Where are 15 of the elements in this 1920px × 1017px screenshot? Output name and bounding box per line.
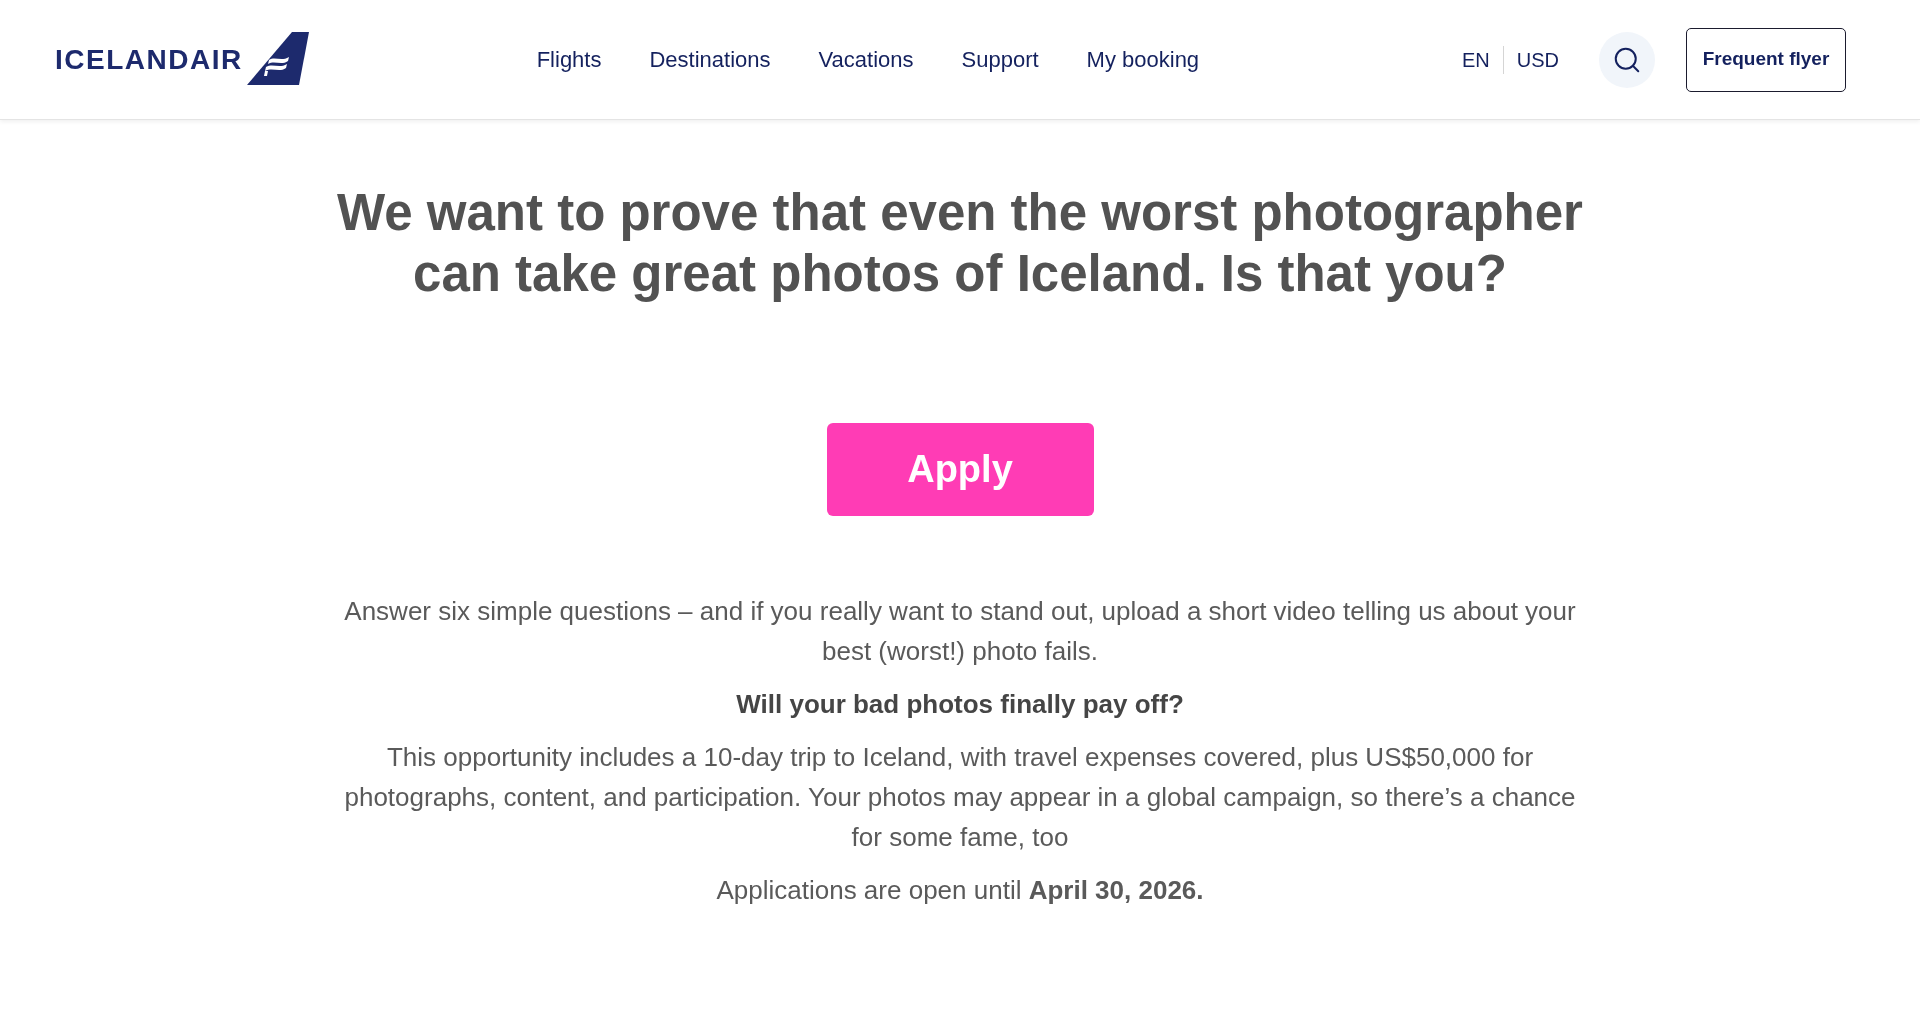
body-paragraph: Answer six simple questions – and if you really want to stand out, upload a short video telling us about your best (worst!) photo fails. [343,595,1577,668]
page-heading: We want to prove that even the worst photographer can take great photos of Iceland. Is that you? [336,183,1584,304]
nav-link[interactable]: Vacations [818,43,914,76]
body-paragraph: This opportunity includes a 10-day trip to Iceland, with travel expenses covered, plus US$50,000 for photographs, content, and participation. Your photos may appear in a global campaign, so there’s a chance for some fame, too [343,741,1577,854]
body-subheading: Will your bad photos finally pay off? [735,688,1185,721]
nav-link[interactable]: Flights [536,43,602,76]
body-paragraph: Applications are open until April 30, 2026. [715,874,1205,907]
nav-link[interactable]: My booking [1086,43,1200,76]
logo-link[interactable]: ICELANDAIR [55,32,309,87]
tail-fin-icon [246,32,309,85]
currency-selector[interactable]: USD [1516,44,1559,75]
frequent-flyer-button[interactable]: Frequent flyer [1686,27,1846,92]
nav-link[interactable]: Support [961,43,1039,76]
language-selector[interactable]: EN [1461,44,1490,75]
nav-link[interactable]: Destinations [649,43,771,76]
